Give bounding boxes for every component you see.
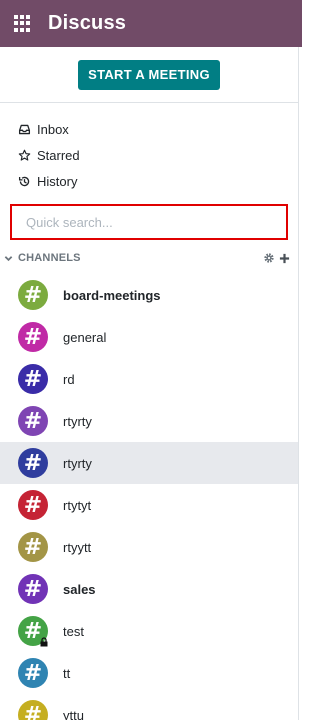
channel-item[interactable]: # test	[0, 610, 298, 652]
nav-item-label: Inbox	[37, 121, 69, 137]
channel-name: sales	[63, 581, 96, 597]
channel-avatar: #	[18, 364, 48, 394]
app-title: Discuss	[48, 12, 127, 34]
apps-menu-icon[interactable]	[14, 14, 32, 33]
channel-avatar: #	[18, 700, 48, 720]
channel-item[interactable]: # rtyytt	[0, 526, 298, 568]
history-icon	[18, 176, 30, 186]
channel-list: # board-meetings # general # rd # rtyrty…	[0, 274, 298, 720]
channel-item[interactable]: # rtyrty	[0, 400, 298, 442]
nav-item-label: History	[37, 173, 78, 189]
channel-item[interactable]: # rd	[0, 358, 298, 400]
inbox-icon	[18, 124, 31, 134]
channel-name: board-meetings	[63, 287, 161, 303]
nav-item-starred[interactable]: Starred	[0, 142, 298, 168]
plus-icon[interactable]	[279, 253, 290, 264]
channel-avatar: #	[18, 322, 48, 352]
channel-item[interactable]: # sales	[0, 568, 298, 610]
channel-avatar: #	[18, 490, 48, 520]
nav-item-label: Starred	[37, 147, 80, 163]
channel-avatar: #	[18, 280, 48, 310]
nav-item-history[interactable]: History	[0, 168, 298, 194]
channel-name: test	[63, 623, 84, 639]
channel-item[interactable]: # general	[0, 316, 298, 358]
channels-actions	[263, 252, 290, 264]
meeting-section: START A MEETING	[0, 47, 298, 103]
channel-avatar: #	[18, 406, 48, 436]
channel-avatar: #	[18, 574, 48, 604]
channel-name: general	[63, 329, 107, 345]
channel-name: rd	[63, 371, 75, 387]
quick-search-box	[10, 204, 288, 240]
mailbox-nav: Inbox Starred History	[0, 103, 298, 202]
channel-name: rtyrty	[63, 455, 92, 471]
channel-name: rtyrty	[63, 413, 92, 429]
channel-avatar: #	[18, 616, 48, 647]
discuss-sidebar: START A MEETING Inbox Starred History Qu…	[0, 47, 299, 720]
channel-avatar: #	[18, 448, 48, 478]
channel-avatar: #	[18, 658, 48, 688]
channels-toggle[interactable]: CHANNELS	[4, 252, 81, 264]
channels-title: CHANNELS	[18, 252, 81, 264]
start-meeting-button[interactable]: START A MEETING	[78, 59, 220, 90]
quick-search-wrap	[0, 202, 298, 240]
channels-header: CHANNELS	[0, 242, 298, 274]
channel-name: rtyytt	[63, 539, 92, 555]
chevron-down-icon	[4, 255, 13, 261]
nav-item-inbox[interactable]: Inbox	[0, 116, 298, 142]
channel-item-active[interactable]: # rtyrty	[0, 442, 298, 484]
quick-search-input[interactable]	[24, 213, 274, 231]
channel-item[interactable]: # board-meetings	[0, 274, 298, 316]
top-navbar: Discuss	[0, 0, 302, 47]
channel-name: rtytyt	[63, 497, 92, 513]
lock-icon	[40, 637, 48, 647]
channel-item[interactable]: # tt	[0, 652, 298, 694]
channel-name: yttu	[63, 707, 84, 720]
gear-icon[interactable]	[263, 252, 275, 264]
channel-name: tt	[63, 665, 71, 681]
channel-avatar: #	[18, 532, 48, 562]
star-icon	[18, 149, 31, 161]
channel-item[interactable]: # rtytyt	[0, 484, 298, 526]
channel-item[interactable]: # yttu	[0, 694, 298, 720]
